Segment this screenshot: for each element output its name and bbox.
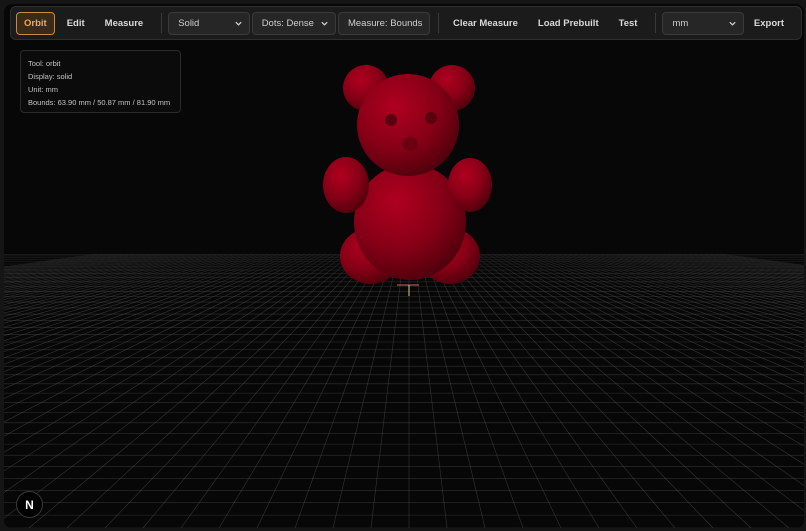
- info-panel: Tool: orbit Display: solid Unit: mm Boun…: [20, 50, 181, 113]
- bear-model[interactable]: [323, 65, 492, 284]
- measure-mode-value: Measure: Bounds: [347, 17, 423, 29]
- unit-select[interactable]: mm: [662, 11, 744, 35]
- toolbar-divider: [655, 13, 657, 33]
- export-button[interactable]: Export: [746, 12, 792, 35]
- main-toolbar: Orbit Edit Measure Solid Dots: Dense Mea…: [10, 6, 802, 40]
- info-display: Display: solid: [28, 72, 73, 81]
- info-tool: Tool: orbit: [28, 59, 61, 68]
- orbit-tool-button[interactable]: Orbit: [16, 11, 55, 35]
- dots-density-select[interactable]: Dots: Dense: [251, 11, 336, 35]
- clear-measure-button[interactable]: Clear Measure: [445, 12, 526, 35]
- load-prebuilt-button[interactable]: Load Prebuilt: [530, 12, 607, 35]
- chevron-down-icon: [729, 21, 736, 26]
- test-button[interactable]: Test: [611, 12, 646, 35]
- toolbar-divider: [437, 13, 439, 33]
- display-mode-value: Solid: [178, 17, 200, 29]
- info-unit: Unit: mm: [28, 85, 58, 94]
- info-bounds: Bounds: 63.90 mm / 50.87 mm / 81.90 mm: [28, 98, 171, 107]
- chevron-down-icon: [321, 21, 328, 26]
- measure-mode-select[interactable]: Measure: Bounds: [337, 11, 430, 35]
- app-window: Orbit Edit Measure Solid Dots: Dense Mea…: [0, 0, 806, 531]
- n-logo-icon[interactable]: N: [16, 491, 43, 518]
- display-mode-select[interactable]: Solid: [168, 11, 250, 35]
- dots-density-value: Dots: Dense: [261, 17, 314, 29]
- edit-tool-button[interactable]: Edit: [59, 12, 93, 35]
- floor-grid: [4, 253, 804, 528]
- measure-tool-button[interactable]: Measure: [97, 12, 152, 35]
- toolbar-divider: [161, 13, 163, 33]
- unit-value: mm: [672, 17, 689, 29]
- chevron-down-icon: [235, 21, 242, 26]
